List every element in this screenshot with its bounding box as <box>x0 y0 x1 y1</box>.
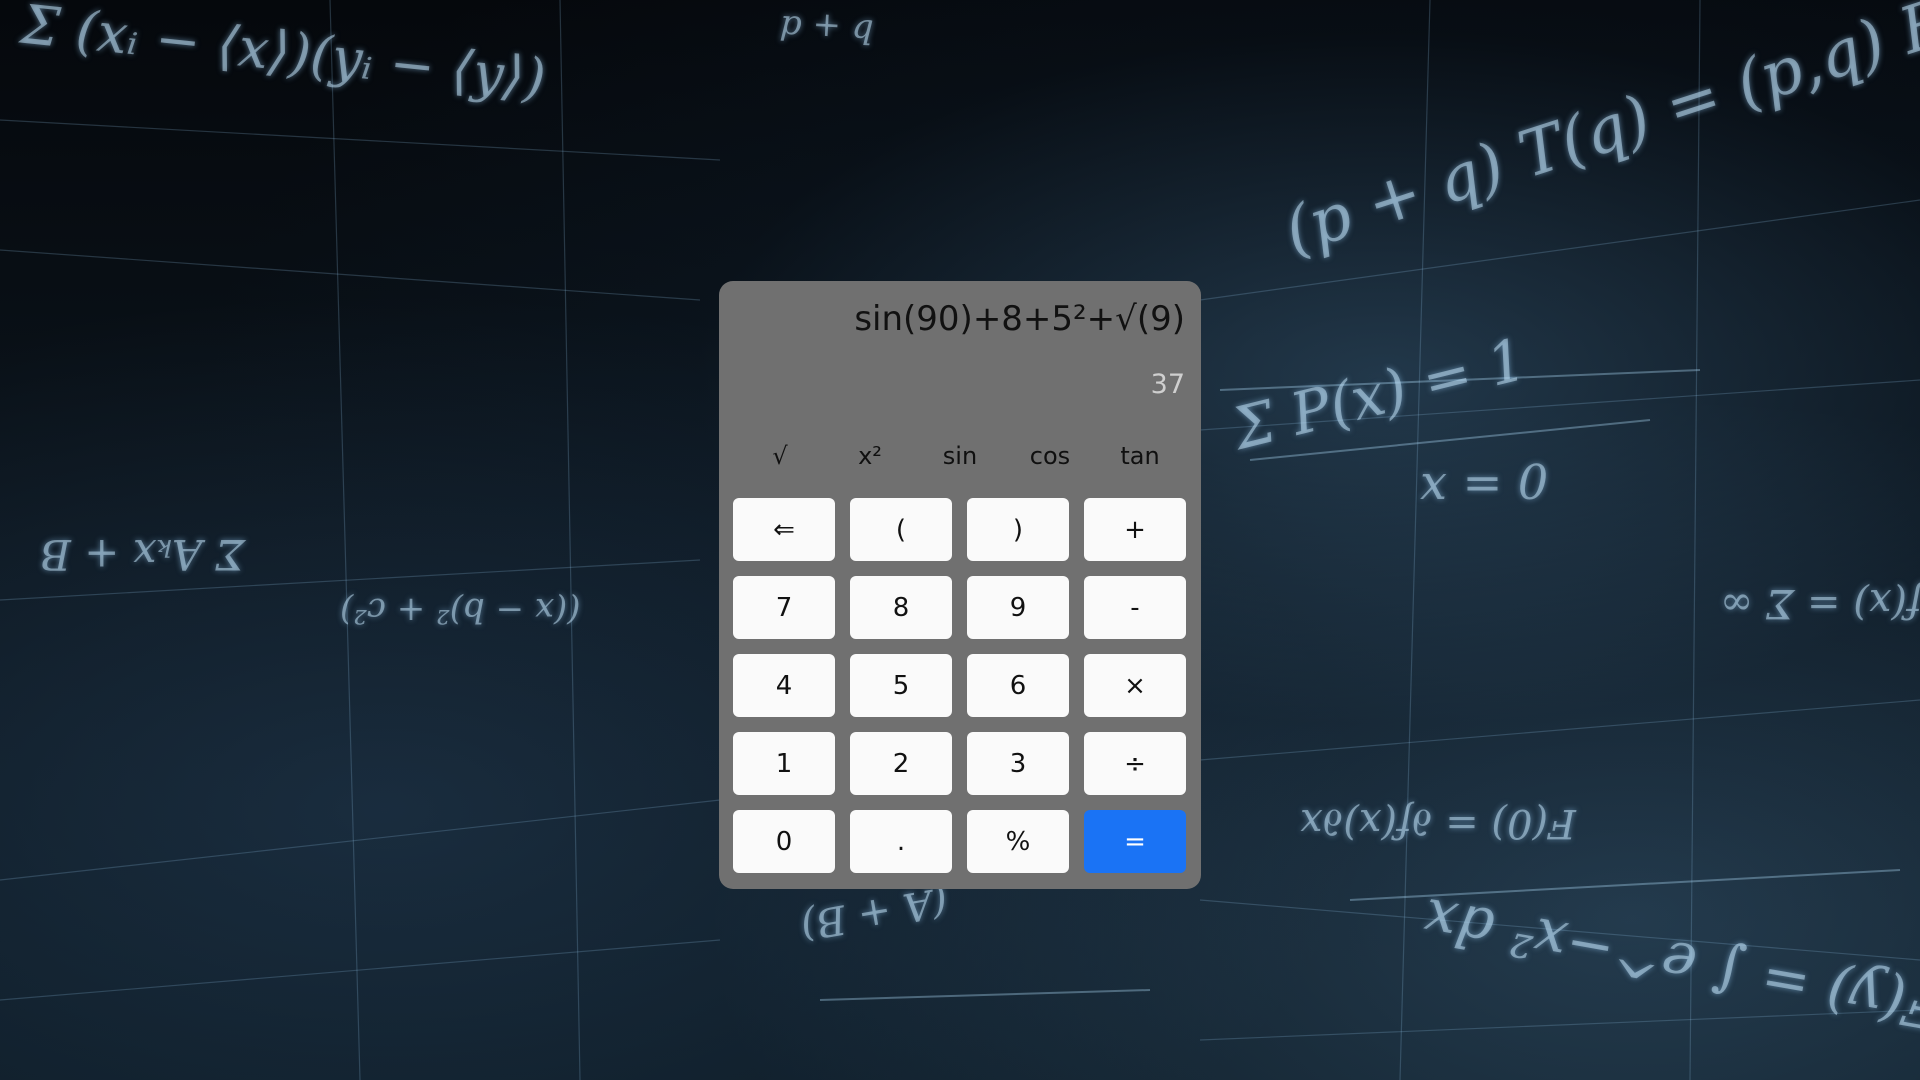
digit-0-button[interactable]: 0 <box>733 810 835 873</box>
keypad: ⇐() +7 8 9- 4 5 6 × 1 2 3 ÷ 0.% = <box>733 498 1188 873</box>
decimal-button[interactable]: . <box>850 810 952 873</box>
divide-button[interactable]: ÷ <box>1084 732 1186 795</box>
digit-8-button[interactable]: 8 <box>850 576 952 639</box>
equals-button[interactable]: = <box>1084 810 1186 873</box>
sin-button[interactable]: sin <box>915 431 1005 481</box>
tan-button[interactable]: tan <box>1095 431 1185 481</box>
cos-button[interactable]: cos <box>1005 431 1095 481</box>
background-formula: F(0) = ∂f(x)∂x <box>1300 800 1576 846</box>
add-button[interactable]: + <box>1084 498 1186 561</box>
subtract-button[interactable]: - <box>1084 576 1186 639</box>
scientific-functions-row: √ x² sin cos tan <box>735 431 1185 481</box>
background-formula: ((x − b)² + c²) <box>340 590 581 630</box>
digit-2-button[interactable]: 2 <box>850 732 952 795</box>
calculator-panel: sin(90)+8+5²+√(9) 37 √ x² sin cos tan ⇐() +7 8… <box>719 281 1201 889</box>
backspace-button[interactable]: ⇐ <box>733 498 835 561</box>
background-formula: p + q <box>779 2 875 48</box>
digit-1-button[interactable]: 1 <box>733 732 835 795</box>
percent-button[interactable]: % <box>967 810 1069 873</box>
square-button[interactable]: x² <box>825 431 915 481</box>
background-formula: Σ Aₖx + B <box>40 530 246 579</box>
expression-display: sin(90)+8+5²+√(9) <box>854 299 1185 339</box>
digit-6-button[interactable]: 6 <box>967 654 1069 717</box>
close-paren-button[interactable]: ) <box>967 498 1069 561</box>
result-display: 37 <box>1150 369 1185 400</box>
digit-7-button[interactable]: 7 <box>733 576 835 639</box>
multiply-button[interactable]: × <box>1084 654 1186 717</box>
background-formula: x = 0 <box>1420 455 1549 511</box>
open-paren-button[interactable]: ( <box>850 498 952 561</box>
digit-3-button[interactable]: 3 <box>967 732 1069 795</box>
digit-4-button[interactable]: 4 <box>733 654 835 717</box>
digit-5-button[interactable]: 5 <box>850 654 952 717</box>
digit-9-button[interactable]: 9 <box>967 576 1069 639</box>
sqrt-button[interactable]: √ <box>735 431 825 481</box>
background-formula: f(x) = Σ ∞ <box>1720 580 1920 626</box>
